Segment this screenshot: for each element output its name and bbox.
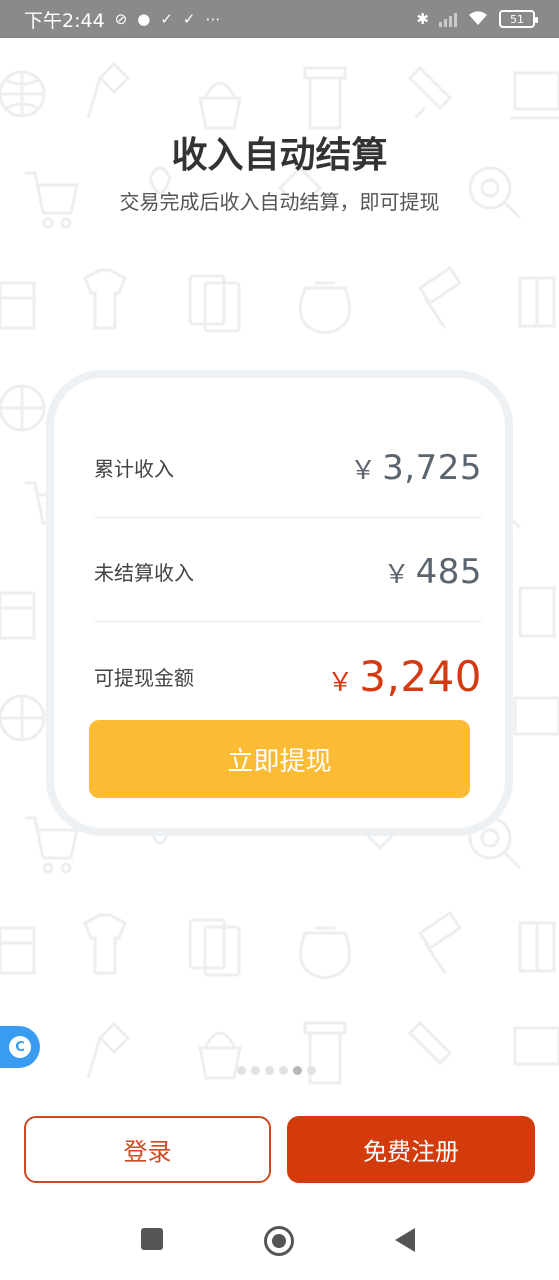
home-icon[interactable]: [264, 1226, 294, 1256]
income-row-label: 可提现金额: [94, 665, 194, 690]
income-row-amount: ￥ 3,725: [350, 448, 482, 488]
income-row-total: 累计收入 ￥ 3,725: [94, 418, 482, 518]
check-download-icon: ✓: [160, 9, 173, 28]
income-row-amount: ￥ 485: [384, 552, 482, 592]
battery-level: 51: [510, 12, 524, 26]
pager-dot[interactable]: [237, 1066, 246, 1075]
income-row-amount: ￥ 3,240: [327, 652, 482, 701]
mute-icon: ⊘: [114, 9, 128, 28]
onboarding-pager: [237, 1066, 316, 1075]
income-row-withdrawable: 可提现金额 ￥ 3,240: [94, 626, 482, 726]
status-left: 下午2:44 ⊘ ● ✓ ✓ ⋯: [24, 6, 221, 33]
bluetooth-icon: ✱: [416, 9, 429, 28]
income-row-label: 未结算收入: [94, 561, 194, 585]
pager-dot[interactable]: [265, 1066, 274, 1075]
amount-value: 3,240: [359, 651, 482, 701]
login-button[interactable]: 登录: [24, 1116, 271, 1183]
system-nav-bar: [0, 1198, 559, 1280]
withdraw-now-button[interactable]: 立即提现: [89, 720, 470, 798]
chat-bubble-icon: ●: [137, 9, 151, 28]
page-subtitle: 交易完成后收入自动结算，即可提现: [119, 190, 440, 214]
status-bar: 下午2:44 ⊘ ● ✓ ✓ ⋯ ✱ 51: [0, 0, 559, 38]
assistant-c-icon: C: [9, 1036, 31, 1058]
amount-value: 485: [415, 551, 482, 592]
status-right: ✱ 51: [416, 9, 538, 29]
income-row-unsettled: 未结算收入 ￥ 485: [94, 522, 482, 622]
wifi-icon: [467, 10, 489, 29]
more-notifications-icon: ⋯: [205, 9, 221, 28]
battery-icon: 51: [499, 10, 538, 28]
income-card: 累计收入 ￥ 3,725 未结算收入 ￥ 485 可提现金额 ￥ 3,240 立…: [46, 370, 513, 836]
status-time: 下午2:44: [24, 9, 105, 32]
pager-dot-active[interactable]: [293, 1066, 302, 1075]
currency-symbol: ￥: [383, 559, 410, 590]
currency-symbol: ￥: [350, 455, 377, 486]
cellular-signal-icon: [439, 11, 457, 27]
check-download-icon-2: ✓: [182, 9, 196, 28]
income-row-label: 累计收入: [94, 457, 174, 481]
pager-dot[interactable]: [307, 1066, 316, 1075]
floating-assistant-tab[interactable]: C: [0, 1026, 40, 1068]
page-title: 收入自动结算: [171, 135, 388, 176]
back-icon[interactable]: [395, 1228, 415, 1252]
pager-dot[interactable]: [251, 1066, 260, 1075]
recent-apps-icon[interactable]: [141, 1228, 163, 1250]
amount-value: 3,725: [382, 447, 482, 488]
pager-dot[interactable]: [279, 1066, 288, 1075]
currency-symbol: ￥: [327, 667, 354, 698]
register-button[interactable]: 免费注册: [287, 1116, 535, 1183]
